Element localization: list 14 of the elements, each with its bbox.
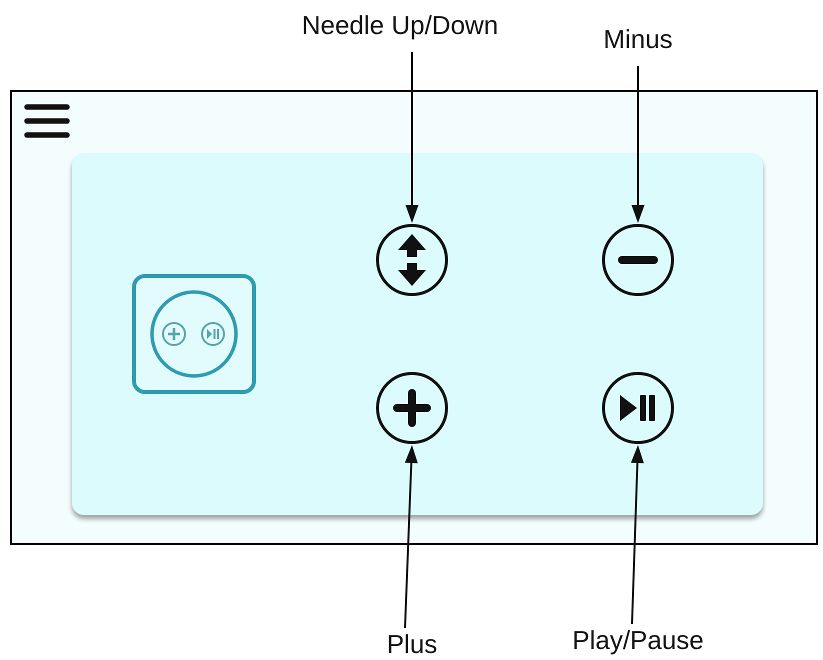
minus-icon	[618, 256, 658, 264]
callout-label: Plus	[386, 629, 438, 659]
minus-button[interactable]	[602, 224, 674, 296]
callout-label: Play/Pause	[572, 625, 704, 655]
play-pause-button[interactable]	[602, 372, 674, 444]
plus-play-pause-tile-icon[interactable]	[132, 274, 256, 394]
menu-icon[interactable]	[24, 104, 70, 138]
callout-label: Needle Up/Down	[302, 10, 498, 40]
plus-icon	[393, 389, 431, 427]
callout-label: Minus	[603, 24, 673, 54]
plus-button[interactable]	[376, 372, 448, 444]
play-pause-icon	[620, 394, 656, 422]
needle-up-down-button[interactable]	[376, 224, 448, 296]
up-down-arrows-icon	[397, 234, 427, 286]
